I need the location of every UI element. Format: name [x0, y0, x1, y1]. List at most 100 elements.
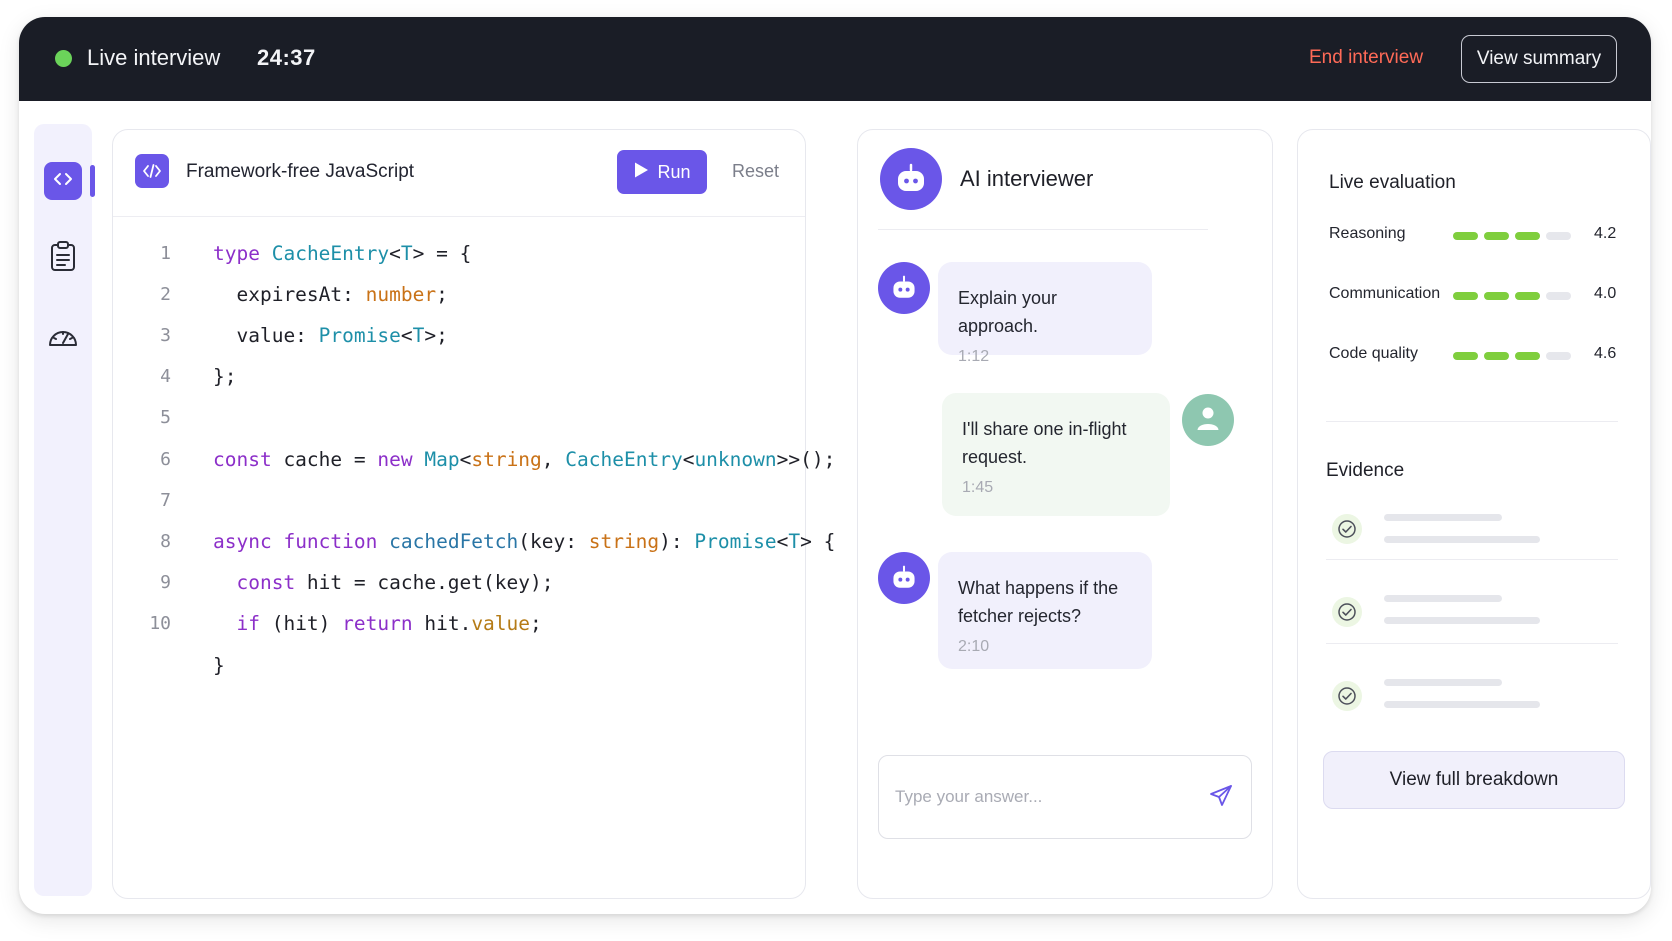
speedometer-icon	[47, 324, 79, 353]
evidence-placeholder-line	[1384, 701, 1540, 708]
answer-box	[878, 755, 1252, 839]
live-status-dot	[55, 50, 72, 67]
user-avatar	[1182, 394, 1234, 446]
divider	[1326, 643, 1618, 644]
answer-input[interactable]	[895, 778, 1195, 816]
metric-segment	[1484, 352, 1509, 360]
metric-communication: Communication 4.0	[1329, 279, 1629, 309]
view-summary-button[interactable]: View summary	[1461, 35, 1617, 83]
reset-button[interactable]: Reset	[732, 161, 779, 182]
ai-interviewer-avatar	[880, 148, 942, 210]
message-time: 1:12	[958, 348, 990, 365]
chat-message: I'll share one in-flight request. 1:45	[942, 393, 1170, 516]
view-full-breakdown-button[interactable]: View full breakdown	[1323, 751, 1625, 809]
bot-avatar	[878, 552, 930, 604]
line-code: value: Promise<T>;	[213, 323, 448, 347]
rail-item-metrics[interactable]	[44, 319, 82, 357]
metric-segment	[1546, 292, 1571, 300]
line-number: 4	[160, 366, 171, 388]
evidence-title: Evidence	[1326, 460, 1405, 481]
metric-bar	[1453, 292, 1573, 300]
end-interview-button[interactable]: End interview	[1309, 47, 1423, 69]
send-icon	[1208, 783, 1234, 814]
line-number: 7	[160, 489, 171, 511]
metric-value: 4.6	[1594, 345, 1617, 362]
chat-divider	[878, 229, 1208, 230]
metric-label: Reasoning	[1329, 225, 1406, 242]
line-number: 3	[160, 324, 171, 346]
line-code: };	[213, 365, 237, 389]
metric-segment	[1546, 352, 1571, 360]
metric-segment	[1515, 292, 1540, 300]
app-window: Live interview 24:37 End interview View …	[19, 17, 1651, 914]
code-line: 3 value: Promise<T>;	[113, 320, 805, 350]
metric-value: 4.2	[1594, 225, 1617, 242]
metric-code-quality: Code quality 4.6	[1329, 339, 1629, 369]
message-time: 2:10	[958, 638, 990, 655]
run-label: Run	[657, 161, 691, 182]
line-number: 10	[149, 613, 171, 635]
line-number: 9	[160, 572, 171, 594]
code-line: 8 async function cachedFetch(key: string)…	[113, 526, 835, 556]
line-code: const hit = cache.get(key);	[236, 571, 554, 595]
evaluation-title: Live evaluation	[1329, 172, 1456, 193]
line-code: if (hit) return hit.value;	[236, 612, 542, 636]
metric-segment	[1453, 292, 1478, 300]
check-icon	[1332, 597, 1362, 627]
rail-item-code[interactable]	[44, 162, 82, 200]
metric-reasoning: Reasoning 4.2	[1329, 219, 1629, 249]
rail-active-indicator	[90, 165, 95, 197]
line-number: 1	[160, 242, 171, 264]
code-line: 7	[113, 485, 805, 515]
divider	[1326, 559, 1618, 560]
play-icon	[633, 161, 649, 184]
metric-segment	[1453, 232, 1478, 240]
clipboard-icon	[49, 240, 77, 277]
metric-segment	[1546, 232, 1571, 240]
send-button[interactable]	[1203, 780, 1239, 816]
message-time: 1:45	[962, 479, 994, 496]
evidence-item[interactable]	[1326, 500, 1618, 560]
chat-message: What happens if the fetcher rejects? 2:1…	[938, 552, 1152, 669]
message-text: I'll share one in-flight request.	[962, 419, 1127, 467]
line-number: 2	[160, 283, 171, 305]
check-icon	[1332, 514, 1362, 544]
metric-segment	[1515, 232, 1540, 240]
metric-label: Communication	[1329, 285, 1441, 302]
line-number: 5	[160, 407, 171, 429]
code-icon	[52, 168, 74, 195]
evidence-placeholder-line	[1384, 536, 1540, 543]
metric-bar	[1453, 352, 1573, 360]
line-code: async function cachedFetch(key: string):…	[213, 529, 836, 553]
run-button[interactable]: Run	[617, 150, 707, 194]
message-text: What happens if the fetcher rejects?	[958, 578, 1119, 626]
check-icon	[1332, 681, 1362, 711]
evidence-placeholder-line	[1384, 617, 1540, 624]
metric-segment	[1453, 352, 1478, 360]
left-rail	[34, 124, 92, 896]
bot-avatar	[878, 262, 930, 314]
line-code: const cache = new Map<string, CacheEntry…	[213, 447, 836, 471]
code-line: 9 const hit = cache.get(key);	[113, 568, 805, 598]
code-line: 10 if (hit) return hit.value;	[113, 609, 805, 639]
evaluation-panel: Live evaluation Reasoning 4.2 Communicat…	[1297, 129, 1651, 899]
metric-value: 4.0	[1594, 285, 1617, 302]
line-code: }	[213, 653, 225, 677]
user-icon	[1196, 405, 1220, 436]
evidence-placeholder-line	[1384, 514, 1502, 521]
evidence-item[interactable]	[1326, 667, 1618, 727]
rail-item-notes[interactable]	[44, 239, 82, 277]
divider	[1326, 421, 1618, 422]
evidence-item[interactable]	[1326, 583, 1618, 643]
metric-bar	[1453, 232, 1573, 240]
evidence-placeholder-line	[1384, 679, 1502, 686]
metric-label: Code quality	[1329, 345, 1418, 362]
evidence-placeholder-line	[1384, 595, 1502, 602]
metric-segment	[1484, 232, 1509, 240]
code-line: 4};	[113, 362, 805, 392]
code-line: 5	[113, 403, 805, 433]
top-bar: Live interview 24:37 End interview View …	[19, 17, 1651, 101]
code-line: 1 type CacheEntry<T> = {	[113, 238, 805, 268]
message-text: Explain your approach.	[958, 288, 1058, 336]
editor-header: Framework-free JavaScript Run Reset	[113, 130, 805, 217]
